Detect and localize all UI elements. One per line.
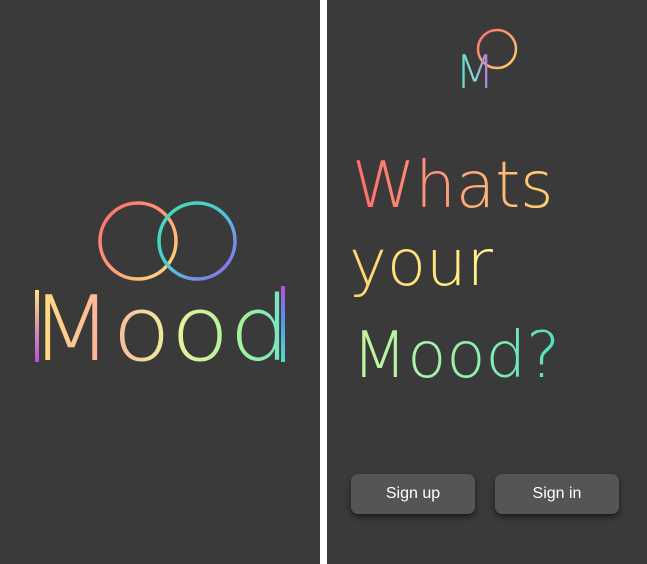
headline-line-2: your bbox=[349, 227, 494, 301]
teal-ring-icon bbox=[157, 201, 237, 281]
mood-logo: Mood bbox=[30, 201, 290, 382]
welcome-screen: M Whats your Mood? Sign up Sign in bbox=[327, 0, 647, 564]
screen-divider bbox=[320, 0, 327, 564]
sign-in-button[interactable]: Sign in bbox=[495, 474, 619, 514]
headline-line-3: Mood? bbox=[352, 319, 560, 393]
sign-up-button[interactable]: Sign up bbox=[351, 474, 475, 514]
wordmark-right-accent bbox=[281, 286, 285, 362]
small-m-icon: M bbox=[455, 45, 495, 99]
wordmark-left-accent bbox=[35, 290, 39, 362]
splash-screen: Mood bbox=[0, 0, 320, 564]
headline-line-1: Whats bbox=[352, 149, 554, 223]
orange-ring-icon bbox=[98, 201, 178, 281]
mood-wordmark: Mood bbox=[30, 277, 290, 382]
